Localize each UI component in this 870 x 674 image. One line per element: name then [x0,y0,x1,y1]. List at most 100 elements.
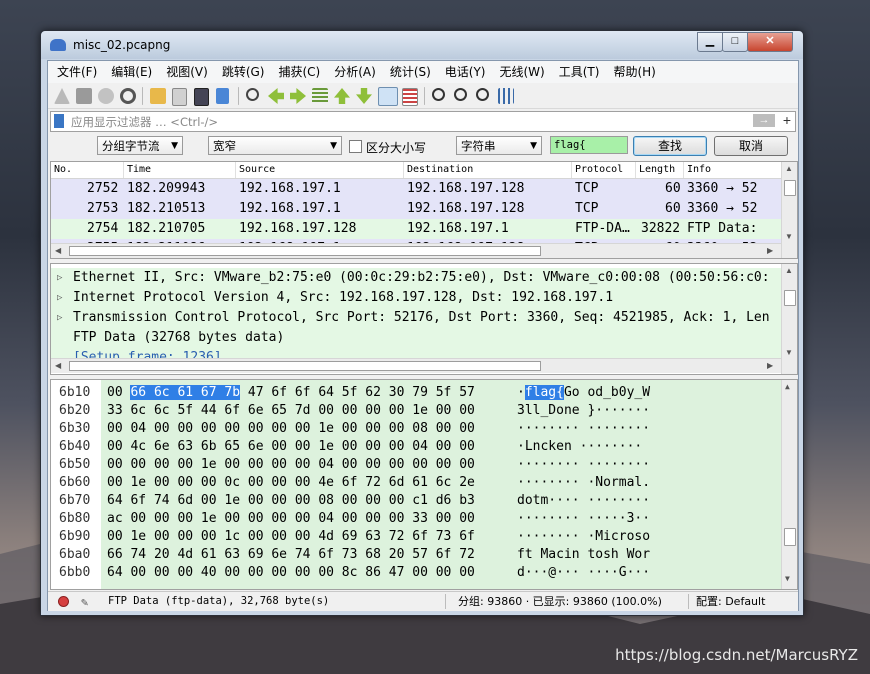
hex-ascii[interactable]: ········ ········ [517,456,650,474]
expand-arrow-icon[interactable]: ▷ [57,308,62,328]
menu-telephony[interactable]: 电话(Y) [438,61,493,83]
stop-capture-icon[interactable] [76,88,92,104]
case-sensitive-checkbox[interactable] [349,140,362,153]
zoom-in-icon[interactable] [432,88,445,101]
scroll-down-icon[interactable]: ▼ [785,348,793,357]
hex-ascii[interactable]: ········ ·Normal. [517,474,650,492]
search-type-select[interactable]: 字符串 ▼ [456,136,542,155]
edit-comment-icon[interactable]: ✎ [81,593,88,612]
menu-edit[interactable]: 编辑(E) [104,61,159,83]
capture-options-icon[interactable] [120,88,136,104]
hex-ascii[interactable]: ········ ········ [517,420,650,438]
details-vscrollbar[interactable]: ▲ ▼ [781,264,797,374]
column-source[interactable]: Source [239,164,275,175]
start-capture-icon[interactable] [54,88,70,104]
hex-bytes[interactable]: ac 00 00 00 1e 00 00 00 00 04 00 00 00 3… [107,510,475,528]
go-forward-icon[interactable] [290,88,306,104]
packet-row[interactable]: 2753 182.210513 192.168.197.1 192.168.19… [51,199,781,219]
hex-bytes[interactable]: 00 04 00 00 00 00 00 00 00 1e 00 00 00 0… [107,420,475,438]
normal-size-icon[interactable] [476,88,489,101]
find-button[interactable]: 查找 [633,136,707,156]
search-input[interactable]: flag{ [550,136,628,154]
hex-row[interactable]: 6b30 00 04 00 00 00 00 00 00 00 1e 00 00 … [51,420,781,438]
title-bar[interactable]: misc_02.pcapng ▁ □ ✕ [41,31,803,59]
restart-capture-icon[interactable] [98,88,114,104]
detail-row-tcp[interactable]: ▷ Transmission Control Protocol, Src Port… [51,308,781,328]
menu-view[interactable]: 视图(V) [159,61,215,83]
expand-arrow-icon[interactable]: ▷ [57,268,62,288]
column-no[interactable]: No. [54,164,72,175]
hex-ascii[interactable]: ft Macin tosh Wor [517,546,650,564]
menu-tools[interactable]: 工具(T) [552,61,607,83]
char-width-select[interactable]: 宽窄 ▼ [208,136,342,155]
hex-ascii[interactable]: 3ll_Done }······· [517,402,650,420]
packet-list-vscrollbar[interactable]: ▲ ▼ [781,162,797,258]
hex-row[interactable]: 6b50 00 00 00 00 1e 00 00 00 00 04 00 00 … [51,456,781,474]
column-info[interactable]: Info [687,164,711,175]
zoom-out-icon[interactable] [454,88,467,101]
hex-row[interactable]: 6b90 00 1e 00 00 00 1c 00 00 00 4d 69 63 … [51,528,781,546]
hex-row[interactable]: 6bb0 64 00 00 00 40 00 00 00 00 00 8c 86 … [51,564,781,582]
scroll-up-icon[interactable]: ▲ [785,266,793,275]
hex-ascii[interactable]: d···@··· ····G··· [517,564,650,582]
autoscroll-icon[interactable] [378,87,398,106]
details-hscrollbar[interactable]: ◀ ▶ [51,358,781,373]
open-file-icon[interactable] [150,88,166,104]
minimize-button[interactable]: ▁ [697,32,723,52]
menu-statistics[interactable]: 统计(S) [383,61,438,83]
scroll-down-icon[interactable]: ▼ [785,574,790,583]
menu-file[interactable]: 文件(F) [50,61,104,83]
menu-analyze[interactable]: 分析(A) [327,61,383,83]
expert-info-icon[interactable] [58,596,69,607]
hex-bytes[interactable]: 64 00 00 00 40 00 00 00 00 00 8c 86 47 0… [107,564,475,582]
apply-filter-button[interactable]: → [753,114,775,127]
menu-go[interactable]: 跳转(G) [215,61,272,83]
hex-row[interactable]: 6b40 00 4c 6e 63 6b 65 6e 00 00 1e 00 00 … [51,438,781,456]
scroll-right-icon[interactable]: ▶ [767,361,773,370]
colorize-icon[interactable] [402,88,418,106]
hex-row[interactable]: 6b10 00 66 6c 61 67 7b 47 6f 6f 64 5f 62 … [51,384,781,402]
detail-row-ftp-data[interactable]: FTP Data (32768 bytes data) [51,328,781,348]
add-filter-button[interactable]: + [783,112,791,128]
last-packet-icon[interactable] [356,88,372,104]
status-profile[interactable]: 配置: Default [696,592,765,611]
search-in-select[interactable]: 分组字节流 ▼ [97,136,183,155]
hex-bytes[interactable]: 00 00 00 00 1e 00 00 00 00 04 00 00 00 0… [107,456,475,474]
hex-bytes[interactable]: 00 66 6c 61 67 7b 47 6f 6f 64 5f 62 30 7… [107,384,475,402]
menu-wireless[interactable]: 无线(W) [493,61,552,83]
scroll-thumb[interactable] [69,361,541,371]
menu-help[interactable]: 帮助(H) [606,61,662,83]
scroll-left-icon[interactable]: ◀ [55,361,61,370]
scroll-down-icon[interactable]: ▼ [785,232,793,241]
close-file-icon[interactable] [194,88,209,106]
hex-ascii[interactable]: ········ ·····3·· [517,510,650,528]
resize-columns-icon[interactable] [498,88,514,104]
hex-row[interactable]: 6ba0 66 74 20 4d 61 63 69 6e 74 6f 73 68 … [51,546,781,564]
scroll-up-icon[interactable]: ▲ [785,164,793,173]
scroll-thumb[interactable] [784,528,796,546]
scroll-thumb[interactable] [784,290,796,306]
detail-row-ethernet[interactable]: ▷ Ethernet II, Src: VMware_b2:75:e0 (00:0… [51,268,781,288]
hex-row[interactable]: 6b70 64 6f 74 6d 00 1e 00 00 00 08 00 00 … [51,492,781,510]
display-filter-bar[interactable]: 应用显示过滤器 … <Ctrl-/> → + [50,111,796,132]
column-protocol[interactable]: Protocol [575,164,623,175]
bookmark-icon[interactable] [54,114,64,128]
hex-ascii[interactable]: dotm···· ········ [517,492,650,510]
hex-row[interactable]: 6b80 ac 00 00 00 1e 00 00 00 00 04 00 00 … [51,510,781,528]
detail-row-ip[interactable]: ▷ Internet Protocol Version 4, Src: 192.1… [51,288,781,308]
hex-ascii[interactable]: ·flag{Go od_b0y_W [517,384,650,402]
save-file-icon[interactable] [172,88,187,106]
first-packet-icon[interactable] [334,88,350,104]
hex-ascii[interactable]: ·Lncken ········ [517,438,642,456]
close-button[interactable]: ✕ [747,32,793,52]
hex-bytes[interactable]: 00 1e 00 00 00 0c 00 00 00 4e 6f 72 6d 6… [107,474,475,492]
scroll-thumb[interactable] [69,246,541,256]
hex-ascii[interactable]: ········ ·Microso [517,528,650,546]
scroll-thumb[interactable] [784,180,796,196]
scroll-up-icon[interactable]: ▲ [785,382,790,391]
hex-row[interactable]: 6b60 00 1e 00 00 00 0c 00 00 00 4e 6f 72 … [51,474,781,492]
packet-row-selected[interactable]: 2754 182.210705 192.168.197.128 192.168.… [51,219,781,239]
column-time[interactable]: Time [127,164,151,175]
scroll-left-icon[interactable]: ◀ [55,246,61,255]
hex-bytes[interactable]: 66 74 20 4d 61 63 69 6e 74 6f 73 68 20 5… [107,546,475,564]
